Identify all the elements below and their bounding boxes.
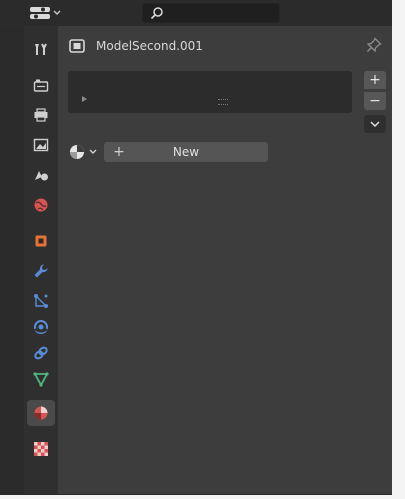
object-icon bbox=[35, 235, 47, 247]
editor-type-selector[interactable] bbox=[29, 4, 69, 22]
particles-icon bbox=[34, 294, 48, 308]
pin-icon bbox=[366, 37, 382, 53]
search-field[interactable] bbox=[142, 3, 280, 23]
plus-icon: + bbox=[113, 144, 125, 160]
browse-material-button[interactable] bbox=[68, 142, 104, 162]
tab-scene[interactable] bbox=[27, 162, 55, 188]
material-slots-list[interactable] bbox=[68, 71, 352, 113]
new-material-button[interactable]: + New bbox=[104, 142, 268, 162]
pin-button[interactable] bbox=[366, 37, 382, 57]
texture-checker-icon bbox=[34, 442, 48, 456]
new-material-label: New bbox=[172, 145, 200, 159]
material-icon bbox=[34, 406, 48, 420]
chevron-down-icon bbox=[370, 120, 380, 127]
tab-particles[interactable] bbox=[27, 288, 55, 314]
search-input[interactable] bbox=[169, 5, 277, 21]
properties-tabs bbox=[24, 26, 58, 494]
plus-icon: + bbox=[369, 72, 381, 88]
material-browse-icon bbox=[70, 145, 84, 159]
scene-icon bbox=[35, 171, 48, 181]
render-camera-icon bbox=[33, 79, 49, 92]
tab-texture[interactable] bbox=[27, 436, 55, 462]
mesh-object-icon bbox=[69, 39, 85, 53]
chevron-down-icon bbox=[89, 149, 97, 154]
slot-buttons: + − bbox=[364, 71, 386, 133]
resize-grip-icon[interactable] bbox=[218, 99, 228, 105]
tab-physics[interactable] bbox=[27, 314, 55, 340]
tab-output[interactable] bbox=[27, 102, 55, 128]
tab-world[interactable] bbox=[27, 192, 55, 218]
mesh-data-icon bbox=[33, 372, 49, 387]
wrench-icon bbox=[34, 264, 48, 278]
tab-material[interactable] bbox=[27, 400, 55, 426]
physics-icon bbox=[34, 320, 48, 334]
chevron-down-icon bbox=[53, 10, 61, 15]
breadcrumb: ModelSecond.001 bbox=[68, 36, 203, 56]
tool-icon bbox=[35, 43, 47, 55]
tab-tool[interactable] bbox=[27, 36, 55, 62]
view-layer-icon bbox=[33, 138, 49, 152]
header-bar bbox=[0, 0, 392, 27]
slot-specials-button[interactable] bbox=[364, 115, 386, 133]
tab-modifiers[interactable] bbox=[27, 258, 55, 284]
remove-slot-button[interactable]: − bbox=[364, 92, 386, 110]
expand-triangle-icon[interactable] bbox=[82, 96, 87, 102]
minus-icon: − bbox=[369, 93, 381, 109]
tab-render[interactable] bbox=[27, 72, 55, 98]
tab-data[interactable] bbox=[27, 366, 55, 392]
world-icon bbox=[34, 198, 48, 212]
search-icon bbox=[150, 7, 163, 20]
tab-object[interactable] bbox=[27, 228, 55, 254]
constraints-icon bbox=[34, 346, 48, 360]
tab-view-layer[interactable] bbox=[27, 132, 55, 158]
add-slot-button[interactable]: + bbox=[364, 71, 386, 89]
properties-editor-icon bbox=[30, 7, 50, 19]
left-gutter bbox=[0, 26, 24, 494]
properties-editor: ModelSecond.001 + − + New bbox=[0, 0, 393, 495]
window-background bbox=[392, 0, 405, 499]
tab-constraints[interactable] bbox=[27, 340, 55, 366]
object-name: ModelSecond.001 bbox=[96, 39, 203, 53]
material-selector-row bbox=[68, 142, 104, 162]
output-printer-icon bbox=[34, 108, 48, 122]
